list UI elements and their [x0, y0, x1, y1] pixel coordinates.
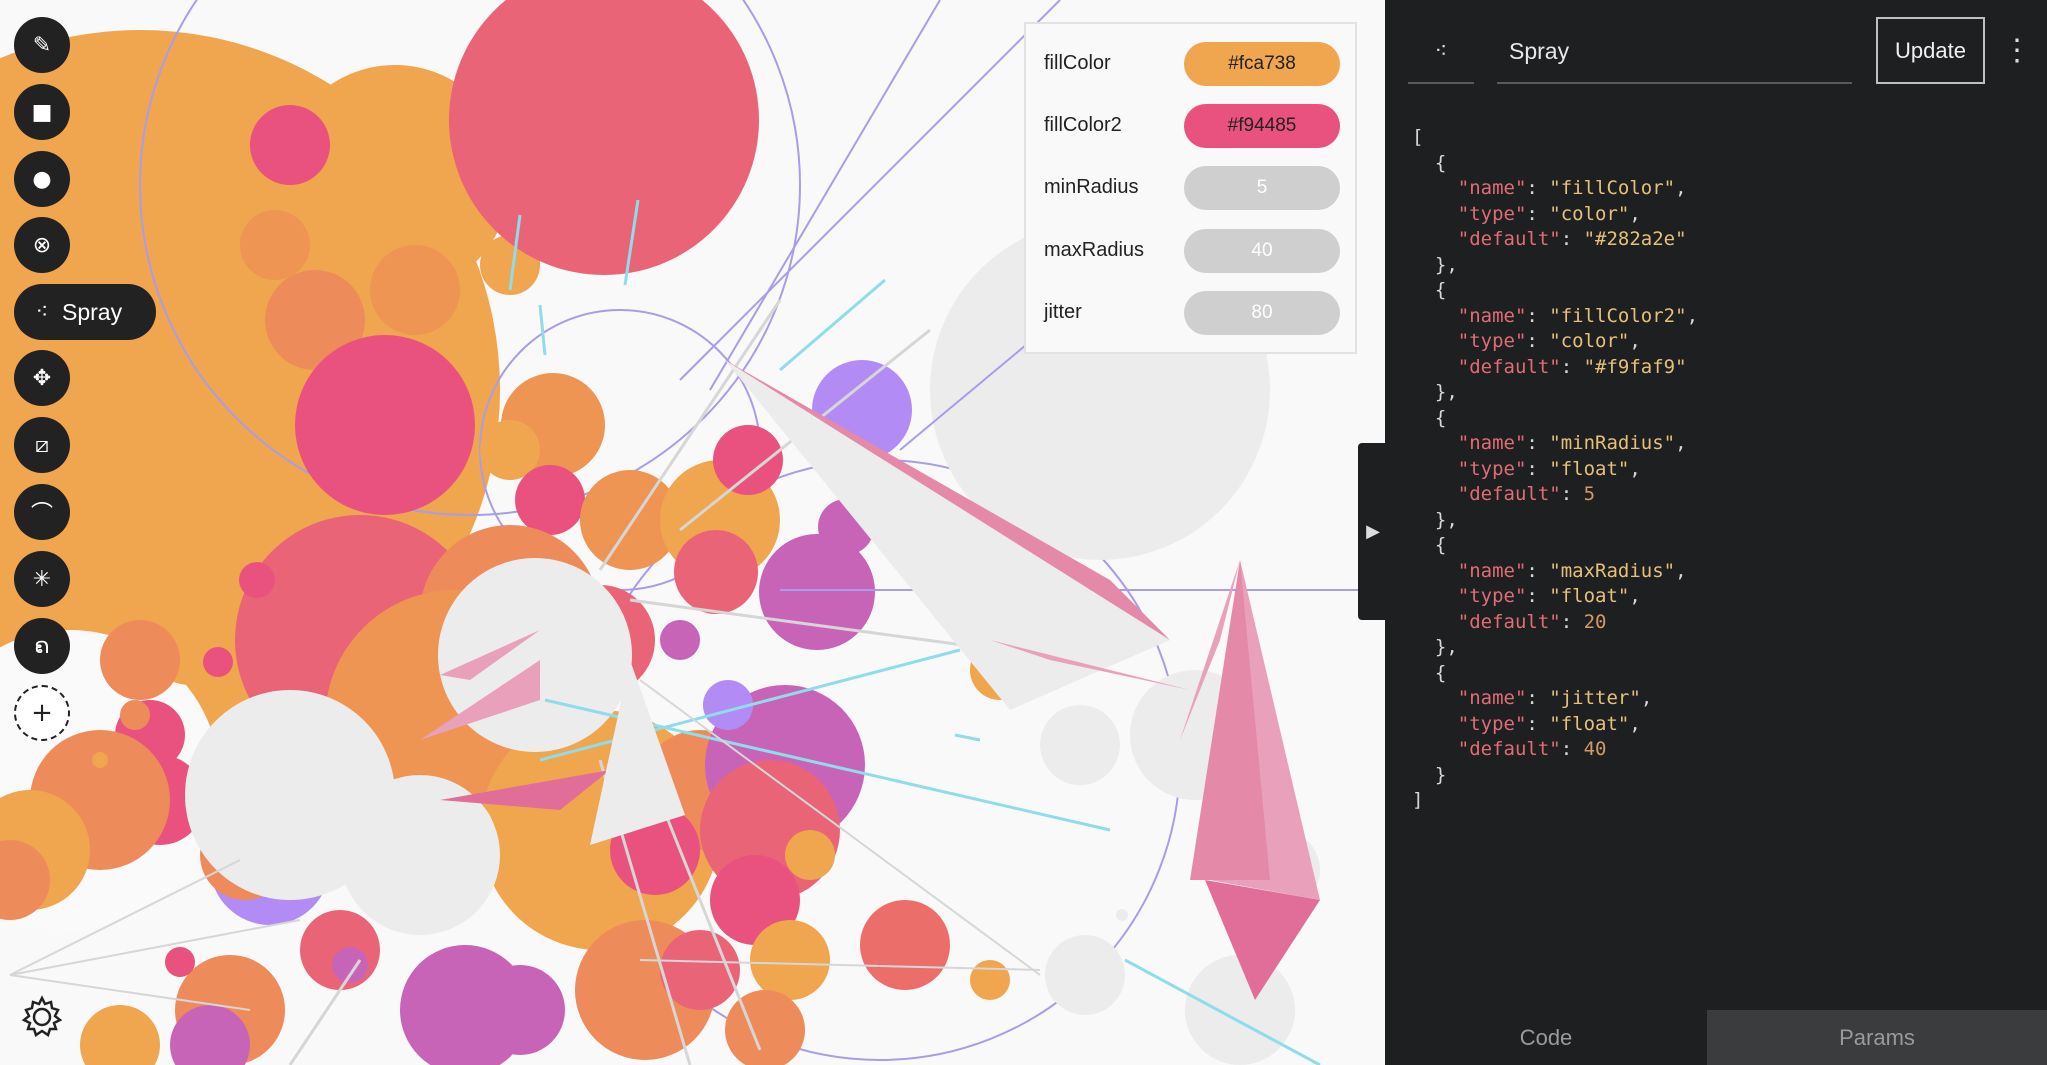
- param-row: maxRadius 40: [1044, 229, 1340, 273]
- collapse-editor-button[interactable]: ▶: [1358, 443, 1388, 620]
- param-row: minRadius 5: [1044, 166, 1340, 210]
- shape-circle: [240, 210, 310, 280]
- shape-circle: [660, 620, 700, 660]
- param-label: fillColor: [1044, 52, 1111, 74]
- shape-circle: [785, 830, 835, 880]
- shape-circle: [203, 647, 233, 677]
- shape-circle: [515, 465, 585, 535]
- shape-circle: [970, 960, 1010, 1000]
- line-stroke: [954, 733, 981, 742]
- play-arrow-icon: ▶: [1366, 521, 1380, 541]
- shape-circle: [370, 245, 460, 335]
- move-icon: ✥: [32, 365, 52, 391]
- square-icon: ■: [31, 99, 53, 125]
- tool-label: Spray: [62, 298, 123, 325]
- slash-box-icon: ⧄: [35, 432, 49, 458]
- param-row: fillColor2 #f94485: [1044, 104, 1340, 148]
- shape-circle: [750, 920, 830, 1000]
- update-button[interactable]: Update: [1876, 17, 1985, 84]
- shape-circle: [475, 965, 565, 1055]
- color-swatch-input[interactable]: #f94485: [1184, 104, 1340, 148]
- line-stroke: [779, 278, 886, 372]
- shape-circle: [250, 105, 330, 185]
- more-vertical-icon[interactable]: ⋮: [2002, 25, 2032, 75]
- code-text[interactable]: [ { "name": "fillColor", "type": "color"…: [1412, 125, 2012, 825]
- param-row: jitter 80: [1044, 291, 1340, 335]
- asterisk-tool-button[interactable]: ✳: [14, 551, 70, 607]
- param-label: jitter: [1044, 301, 1082, 323]
- code-editor-panel: ⁖ Spray Update ⋮ [ { "name": "fillColor"…: [1385, 0, 2047, 1065]
- gear-icon: [21, 995, 63, 1037]
- line-stroke: [538, 304, 547, 356]
- shape-circle: [80, 1005, 160, 1065]
- drawing-canvas[interactable]: ✎ ■ ● ⊗ ⁖ Spray ✥ ⧄ ⌒ ✳ ຄ + fillColor #fca738 fillCol…: [0, 0, 1385, 1065]
- add-tool-tool-button[interactable]: +: [14, 685, 70, 741]
- shape-circle: [1040, 705, 1120, 785]
- shape-circle: [725, 990, 805, 1065]
- link-icon: ⊗: [32, 232, 52, 258]
- arc-tool-button[interactable]: ⌒: [14, 484, 70, 540]
- shape-circle: [120, 700, 150, 730]
- tool-name-input[interactable]: Spray: [1497, 20, 1852, 84]
- pencil-tool-button[interactable]: ✎: [14, 17, 70, 73]
- shape-circle: [415, 795, 495, 875]
- number-input[interactable]: 5: [1184, 166, 1340, 210]
- shape-circle: [1116, 909, 1128, 921]
- number-input[interactable]: 80: [1184, 291, 1340, 335]
- settings-button[interactable]: [14, 989, 70, 1045]
- script-icon: ຄ: [34, 633, 50, 659]
- tab-params[interactable]: Params: [1707, 1010, 2047, 1065]
- color-swatch-input[interactable]: #fca738: [1184, 42, 1340, 86]
- slash-box-tool-button[interactable]: ⧄: [14, 417, 70, 473]
- number-input[interactable]: 40: [1184, 229, 1340, 273]
- link-tool-button[interactable]: ⊗: [14, 217, 70, 273]
- shape-circle: [165, 947, 195, 977]
- move-tool-button[interactable]: ✥: [14, 350, 70, 406]
- tool-icon-input[interactable]: ⁖: [1408, 20, 1474, 84]
- params-panel: fillColor #fca738 fillColor2 #f94485 minRadi…: [1024, 22, 1357, 354]
- circle-icon: ●: [32, 166, 52, 192]
- shape-circle: [674, 530, 758, 614]
- shape-circle: [295, 335, 475, 515]
- shape-circle: [239, 562, 275, 598]
- circle-tool-button[interactable]: ●: [14, 151, 70, 207]
- shape-circle: [713, 425, 783, 495]
- param-label: minRadius: [1044, 176, 1139, 198]
- add-tool-icon: +: [31, 698, 53, 728]
- square-tool-button[interactable]: ■: [14, 84, 70, 140]
- spray-tool-button[interactable]: ⁖ Spray: [14, 284, 156, 340]
- tab-code[interactable]: Code: [1385, 1010, 1707, 1065]
- param-row: fillColor #fca738: [1044, 42, 1340, 86]
- shape-circle: [100, 620, 180, 700]
- shape-circle: [1185, 955, 1295, 1065]
- pencil-icon: ✎: [32, 32, 52, 58]
- param-label: fillColor2: [1044, 114, 1122, 136]
- shape-circle: [1045, 935, 1125, 1015]
- spray-icon: ⁖: [1434, 38, 1448, 63]
- asterisk-icon: ✳: [32, 566, 52, 592]
- shape-circle: [860, 900, 950, 990]
- param-label: maxRadius: [1044, 239, 1145, 261]
- arc-icon: ⌒: [30, 502, 53, 527]
- script-tool-button[interactable]: ຄ: [14, 618, 70, 674]
- shape-circle: [92, 752, 108, 768]
